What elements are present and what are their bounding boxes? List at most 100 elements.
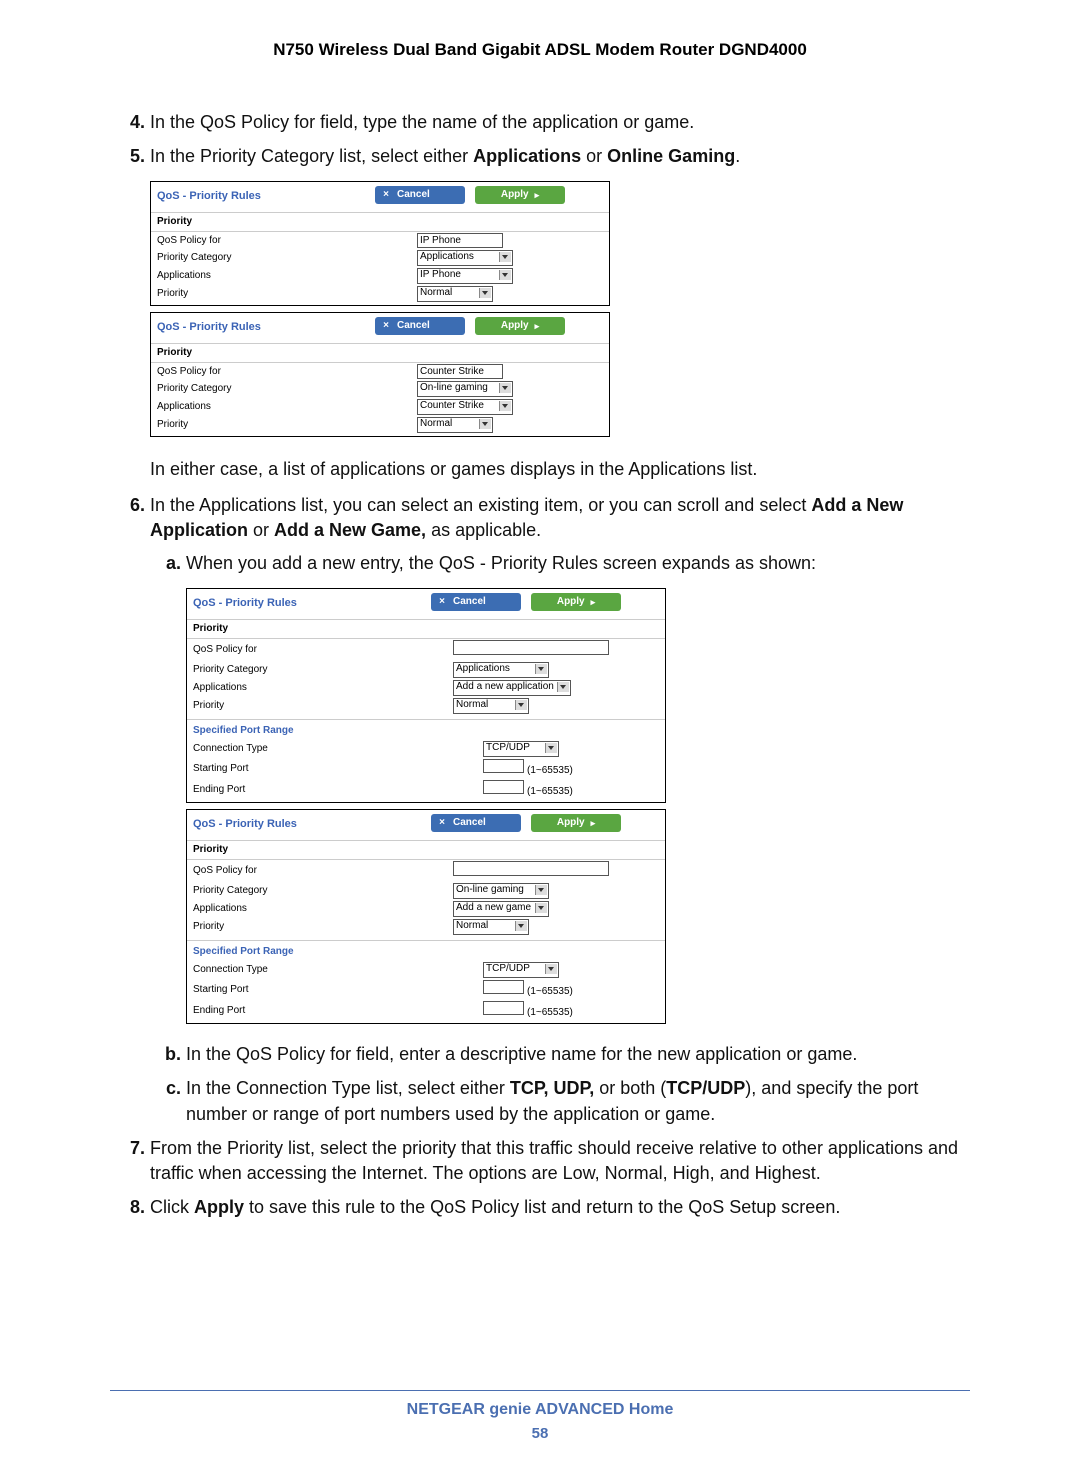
close-icon: × [381,186,391,204]
arrow-right-icon: ▸ [591,814,596,832]
connection-type-select[interactable]: TCP/UDP [483,741,559,757]
apply-label: Apply [501,186,529,204]
step-5-or: or [581,146,607,166]
priority-select[interactable]: Normal [453,698,529,714]
priority-select[interactable]: Normal [417,286,493,302]
apply-button[interactable]: Apply ▸ [531,814,621,832]
priority-section-label: Priority [151,343,609,363]
close-icon: × [437,814,447,832]
ending-port-input[interactable] [483,780,524,794]
qos-panel-counterstrike: QoS - Priority Rules ×Cancel Apply ▸ Prio… [150,312,610,437]
panel-title: QoS - Priority Rules [157,320,301,335]
cancel-label: Cancel [397,317,430,335]
arrow-right-icon: ▸ [535,317,540,335]
label-ending-port: Ending Port [193,783,383,797]
cancel-button[interactable]: × Cancel [375,186,465,204]
step-5-after-text: In either case, a list of applications o… [150,457,970,482]
label-starting-port: Starting Port [193,983,383,997]
cancel-button[interactable]: ×Cancel [375,317,465,335]
label-priority-category: Priority Category [193,884,383,898]
qos-panel-add-game: QoS - Priority Rules × Cancel Apply ▸ Prio… [186,809,666,1024]
step-5: In the Priority Category list, select ei… [150,144,970,482]
qos-policy-for-input[interactable] [453,861,609,876]
specified-port-range-label: Specified Port Range [187,945,665,961]
panel-title: QoS - Priority Rules [193,596,337,611]
arrow-right-icon: ▸ [591,593,596,611]
cancel-label: Cancel [453,814,486,832]
step-8-post: to save this rule to the QoS Policy list… [244,1197,840,1217]
close-icon: × [437,593,447,611]
panel-title: QoS - Priority Rules [157,189,301,204]
applications-select[interactable]: IP Phone [417,268,513,284]
step-6-end: as applicable. [426,520,541,540]
label-applications: Applications [193,902,383,916]
label-priority-category: Priority Category [157,382,317,396]
step-4-text: In the QoS Policy for field, type the na… [150,112,694,132]
label-qos-policy-for: QoS Policy for [193,643,383,657]
priority-section-label: Priority [151,212,609,232]
qos-policy-for-input[interactable]: Counter Strike [417,364,503,379]
cancel-button[interactable]: × Cancel [431,814,521,832]
label-applications: Applications [157,400,317,414]
apply-label: Apply [501,317,529,335]
priority-category-select[interactable]: Applications [453,662,549,678]
priority-category-select[interactable]: Applications [417,250,513,266]
step-6b-text: In the QoS Policy for field, enter a des… [186,1044,857,1064]
qos-policy-for-input[interactable] [453,640,609,655]
starting-port-input[interactable] [483,759,524,773]
apply-button[interactable]: Apply ▸ [531,593,621,611]
step-8-bold-apply: Apply [194,1197,244,1217]
label-priority: Priority [157,287,317,301]
label-connection-type: Connection Type [193,963,383,977]
step-6: In the Applications list, you can select… [150,493,970,1127]
label-priority: Priority [157,418,317,432]
cancel-label: Cancel [397,186,430,204]
starting-port-input[interactable] [483,980,524,994]
priority-section-label: Priority [187,840,665,860]
label-priority: Priority [193,920,383,934]
priority-category-select[interactable]: On-line gaming [453,883,549,899]
step-8: Click Apply to save this rule to the QoS… [150,1195,970,1220]
document-title: N750 Wireless Dual Band Gigabit ADSL Mod… [110,40,970,60]
apply-button[interactable]: Apply ▸ [475,317,565,335]
footer-divider [110,1390,970,1391]
step-7-text: From the Priority list, select the prior… [150,1138,958,1183]
apply-button[interactable]: Apply ▸ [475,186,565,204]
step-8-pre: Click [150,1197,194,1217]
apply-label: Apply [557,814,585,832]
applications-select[interactable]: Add a new application [453,680,571,696]
priority-select[interactable]: Normal [453,919,529,935]
port-range-hint: (1~65535) [527,786,573,797]
port-range-hint: (1~65535) [527,986,573,997]
apply-label: Apply [557,593,585,611]
cancel-button[interactable]: ×Cancel [431,593,521,611]
step-6c-bold-tcpudp1: TCP, UDP, [510,1078,594,1098]
port-range-hint: (1~65535) [527,765,573,776]
step-5-bold-applications: Applications [473,146,581,166]
label-starting-port: Starting Port [193,762,383,776]
priority-category-select[interactable]: On-line gaming [417,381,513,397]
arrow-right-icon: ▸ [535,186,540,204]
step-6c: In the Connection Type list, select eith… [186,1076,970,1126]
priority-select[interactable]: Normal [417,417,493,433]
applications-select[interactable]: Counter Strike [417,399,513,415]
label-qos-policy-for: QoS Policy for [157,234,317,248]
step-6c-intro: In the Connection Type list, select eith… [186,1078,510,1098]
step-5-end: . [735,146,740,166]
step-6-or: or [248,520,274,540]
step-5-bold-online-gaming: Online Gaming [607,146,735,166]
priority-section-label: Priority [187,619,665,639]
port-range-hint: (1~65535) [527,1007,573,1018]
step-6a-text: When you add a new entry, the QoS - Prio… [186,553,816,573]
ending-port-input[interactable] [483,1001,524,1015]
page-number: 58 [110,1425,970,1442]
panel-title: QoS - Priority Rules [193,817,337,832]
applications-select[interactable]: Add a new game [453,901,549,917]
label-connection-type: Connection Type [193,742,383,756]
qos-panel-ipphone: QoS - Priority Rules × Cancel Apply ▸ Prio… [150,181,610,306]
qos-policy-for-input[interactable]: IP Phone [417,233,503,248]
connection-type-select[interactable]: TCP/UDP [483,962,559,978]
step-6-intro: In the Applications list, you can select… [150,495,811,515]
label-qos-policy-for: QoS Policy for [157,365,317,379]
step-6c-mid: or both ( [594,1078,666,1098]
